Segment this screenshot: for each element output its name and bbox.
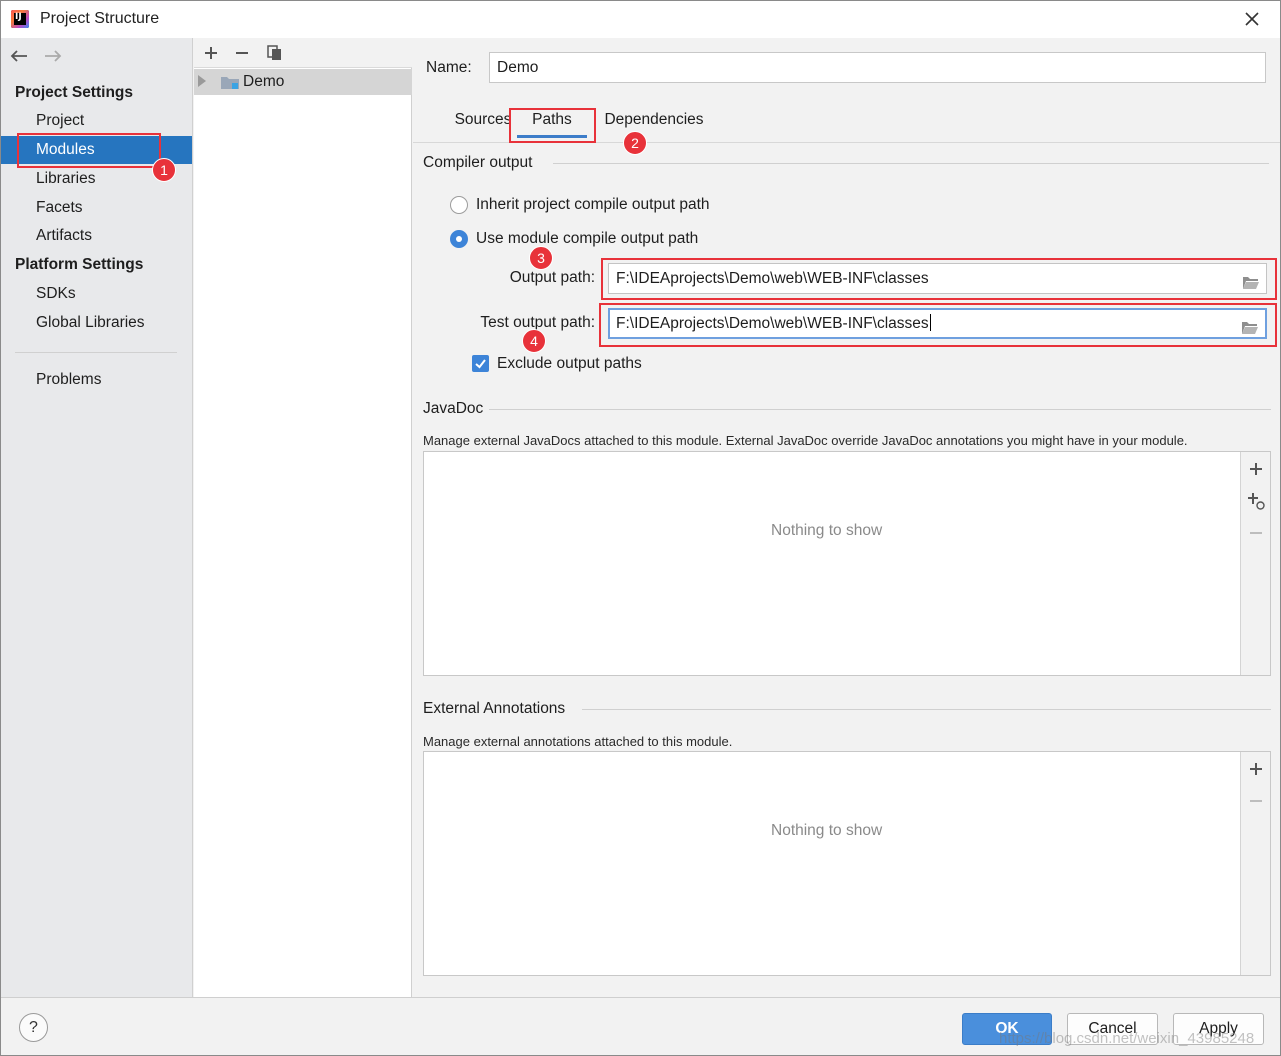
output-path-label: Output path: — [509, 269, 595, 286]
sidebar-divider — [15, 352, 177, 353]
annotation-badge-2: 2 — [623, 131, 647, 155]
help-button[interactable]: ? — [19, 1013, 48, 1042]
add-url-icon[interactable] — [1247, 492, 1265, 510]
inherit-output-radio[interactable] — [450, 196, 468, 214]
module-tree-item-demo[interactable]: Demo — [194, 69, 412, 95]
module-folder-icon — [220, 74, 240, 90]
compiler-output-divider — [553, 163, 1269, 164]
external-annotations-description: Manage external annotations attached to … — [423, 734, 733, 749]
sidebar-item-artifacts[interactable]: Artifacts — [1, 222, 192, 250]
tab-dependencies[interactable]: Dependencies — [599, 106, 709, 140]
external-annotations-list[interactable]: Nothing to show — [423, 751, 1271, 976]
forward-arrow-icon[interactable] — [43, 46, 63, 66]
watermark-text: https://blog.csdn.net/weixin_43985248 — [999, 1030, 1255, 1047]
inherit-output-label[interactable]: Inherit project compile output path — [476, 196, 710, 214]
javadoc-description: Manage external JavaDocs attached to thi… — [423, 433, 1188, 448]
nav-arrows — [9, 46, 63, 66]
module-tree-panel: Demo — [194, 38, 412, 997]
compiler-output-title: Compiler output — [423, 154, 533, 171]
module-output-radio[interactable] — [450, 230, 468, 248]
javadoc-list[interactable]: Nothing to show — [423, 451, 1271, 676]
remove-icon[interactable] — [1247, 524, 1265, 542]
highlight-box-modules — [17, 133, 161, 168]
checkmark-icon — [475, 359, 486, 369]
highlight-box-output-path — [601, 258, 1277, 300]
remove-icon[interactable] — [231, 42, 253, 64]
platform-settings-heading: Platform Settings — [15, 256, 144, 273]
sidebar-item-sdks[interactable]: SDKs — [1, 280, 192, 308]
remove-icon[interactable] — [1247, 792, 1265, 810]
add-icon[interactable] — [200, 42, 222, 64]
name-label: Name: — [426, 59, 472, 76]
module-toolbar — [194, 38, 412, 68]
expand-arrow-icon[interactable] — [198, 75, 206, 87]
project-structure-window: IJ Project Structure Project Settings Pr… — [0, 0, 1281, 1056]
javadoc-empty-text: Nothing to show — [771, 522, 883, 539]
module-name-label: Demo — [243, 73, 285, 90]
exclude-output-label[interactable]: Exclude output paths — [497, 355, 642, 373]
annotation-badge-4: 4 — [522, 329, 546, 353]
module-name-input[interactable]: Demo — [489, 52, 1266, 83]
back-arrow-icon[interactable] — [9, 46, 29, 66]
add-icon[interactable] — [1247, 460, 1265, 478]
title-bar: IJ Project Structure — [1, 1, 1280, 38]
close-icon[interactable] — [1236, 3, 1268, 35]
highlight-box-test-output-path — [599, 303, 1277, 347]
sidebar-item-project[interactable]: Project — [1, 107, 192, 135]
module-details-panel: Name: Demo Sources Paths Dependencies Co… — [413, 38, 1280, 997]
exclude-output-checkbox[interactable] — [472, 355, 489, 372]
sidebar-item-problems[interactable]: Problems — [1, 366, 192, 394]
highlight-box-paths-tab — [509, 108, 596, 143]
annotation-badge-1: 1 — [152, 158, 176, 182]
add-icon[interactable] — [1247, 760, 1265, 778]
sidebar-item-global-libraries[interactable]: Global Libraries — [1, 309, 192, 337]
external-annotations-empty-text: Nothing to show — [771, 822, 883, 839]
javadoc-title: JavaDoc — [423, 400, 484, 417]
project-settings-heading: Project Settings — [15, 84, 133, 101]
javadoc-list-toolbar — [1240, 452, 1270, 675]
dialog-footer: ? OK Cancel Apply https://blog.csdn.net/… — [1, 997, 1280, 1055]
javadoc-divider — [489, 409, 1271, 410]
window-title: Project Structure — [40, 10, 160, 27]
annotation-badge-3: 3 — [529, 246, 553, 270]
intellij-logo-icon: IJ — [11, 10, 29, 28]
test-output-path-label: Test output path: — [480, 314, 595, 331]
module-output-label[interactable]: Use module compile output path — [476, 230, 698, 248]
external-annotations-divider — [582, 709, 1271, 710]
copy-icon[interactable] — [264, 42, 286, 64]
sidebar-item-facets[interactable]: Facets — [1, 194, 192, 222]
external-annotations-list-toolbar — [1240, 752, 1270, 975]
external-annotations-title: External Annotations — [423, 700, 566, 717]
